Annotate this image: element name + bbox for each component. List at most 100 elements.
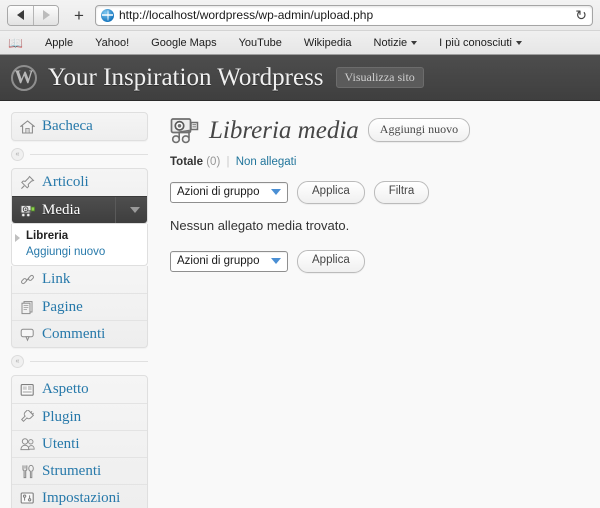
tablenav-bottom: Azioni di gruppo Applica	[170, 249, 582, 273]
bookmark-label: YouTube	[238, 36, 282, 49]
bulk-action-select-bottom[interactable]: Azioni di gruppo	[170, 250, 288, 272]
triangle-left-icon	[17, 10, 24, 20]
wordpress-logo-icon[interactable]: W	[11, 64, 37, 91]
collapse-menu-icon[interactable]: «	[11, 355, 24, 368]
bookmark-label: Apple	[44, 36, 74, 49]
sidebar-item-utenti[interactable]: Utenti	[12, 430, 147, 457]
sidebar-item-label: Commenti	[42, 325, 106, 342]
collapse-menu-icon[interactable]: «	[11, 148, 24, 161]
new-tab-button[interactable]: +	[66, 5, 92, 26]
settings-icon	[19, 490, 36, 506]
sidebar-item-label: Pagine	[42, 298, 83, 315]
sidebar-item-label: Link	[42, 271, 71, 287]
sidebar-item-link[interactable]: Link	[12, 266, 147, 293]
comment-bubble-icon	[19, 326, 36, 342]
sidebar-item-aspetto[interactable]: Aspetto	[12, 376, 147, 403]
bulk-action-value: Azioni di gruppo	[177, 186, 260, 199]
media-camera-icon	[19, 202, 36, 218]
plugin-plug-icon	[19, 409, 36, 425]
tablenav-top: Azioni di gruppo Applica Filtra	[170, 181, 582, 204]
add-new-button[interactable]: Aggiungi nuovo	[367, 118, 471, 142]
filter-total-count: (0)	[206, 156, 221, 168]
sidebar-item-impostazioni[interactable]: Impostazioni	[12, 484, 147, 508]
sidebar-item-bacheca[interactable]: Bacheca	[12, 113, 147, 140]
sidebar-item-label: Media	[42, 201, 81, 218]
browser-chrome: + http://localhost/wordpress/wp-admin/up…	[0, 0, 600, 55]
divider-line	[30, 154, 148, 155]
reload-icon[interactable]: ↻	[569, 8, 587, 22]
bookmark-youtube[interactable]: YouTube	[228, 37, 293, 49]
browser-nav-bar: + http://localhost/wordpress/wp-admin/up…	[0, 0, 600, 30]
bookmark-i-piu-conosciuti[interactable]: I più conosciuti	[428, 37, 533, 49]
filter-button[interactable]: Filtra	[373, 181, 430, 204]
bookmark-label: I più conosciuti	[439, 36, 512, 49]
forward-button[interactable]	[33, 5, 58, 25]
bookmark-wikipedia[interactable]: Wikipedia	[293, 37, 363, 49]
chevron-down-icon	[271, 189, 281, 196]
wordpress-header: W Your Inspiration Wordpress Visualizza …	[0, 55, 600, 101]
admin-body: Bacheca « Articoli Media Libreria Aggiun…	[0, 101, 600, 508]
subsubsub-filter-links: Totale (0) | Non allegati	[170, 156, 582, 168]
book-icon[interactable]: 📖	[8, 37, 23, 49]
view-site-button[interactable]: Visualizza sito	[335, 66, 424, 89]
bookmark-google-maps[interactable]: Google Maps	[140, 37, 227, 49]
bookmark-apple[interactable]: Apple	[34, 37, 84, 49]
menu-group-dashboard: Bacheca	[11, 112, 148, 141]
filter-unattached-link[interactable]: Non allegati	[236, 156, 297, 168]
link-chain-icon	[19, 272, 36, 288]
pages-icon	[19, 299, 36, 315]
bookmark-label: Google Maps	[151, 36, 217, 49]
back-button[interactable]	[8, 5, 33, 25]
bookmark-notizie[interactable]: Notizie	[363, 37, 429, 49]
nav-button-group	[7, 4, 59, 26]
bookmark-yahoo[interactable]: Yahoo!	[84, 37, 140, 49]
apply-button-top[interactable]: Applica	[297, 181, 365, 204]
menu-group-content-rest: Link Pagine Commenti	[11, 266, 148, 348]
media-submenu: Libreria Aggiungi nuovo	[11, 224, 148, 266]
menu-divider-1: «	[11, 148, 148, 161]
site-title[interactable]: Your Inspiration Wordpress	[48, 64, 324, 92]
menu-group-content: Articoli Media	[11, 168, 148, 224]
submenu-item-libreria[interactable]: Libreria	[12, 228, 147, 244]
bookmark-label: Notizie	[373, 36, 408, 49]
submenu-item-label: Libreria	[26, 230, 69, 242]
chevron-down-icon	[130, 207, 140, 213]
empty-state-message: Nessun allegato media trovato.	[170, 217, 350, 233]
chevron-down-icon	[515, 40, 522, 45]
submenu-item-aggiungi-nuovo[interactable]: Aggiungi nuovo	[12, 244, 147, 260]
globe-icon	[101, 8, 114, 22]
bookmark-label: Wikipedia	[303, 36, 352, 49]
bookmark-label: Yahoo!	[95, 36, 130, 49]
page-heading: Libreria media Aggiungi nuovo	[170, 115, 582, 145]
sidebar-item-label: Plugin	[42, 408, 82, 425]
address-bar-url: http://localhost/wordpress/wp-admin/uplo…	[119, 8, 374, 22]
sidebar-item-articoli[interactable]: Articoli	[12, 169, 147, 196]
sidebar-item-strumenti[interactable]: Strumenti	[12, 457, 147, 484]
divider-line	[30, 361, 148, 362]
sidebar-item-label: Strumenti	[42, 462, 102, 479]
dashboard-home-icon	[19, 119, 36, 135]
users-icon	[19, 436, 36, 452]
sidebar-item-label: Aspetto	[42, 381, 89, 397]
apply-button-bottom[interactable]: Applica	[297, 249, 365, 273]
bookmarks-bar: 📖 Apple Yahoo! Google Maps YouTube Wikip…	[0, 30, 600, 54]
main-content: Libreria media Aggiungi nuovo Totale (0)…	[157, 101, 600, 508]
sidebar-item-label: Impostazioni	[42, 489, 121, 506]
submenu-item-label: Aggiungi nuovo	[26, 246, 106, 258]
sidebar-item-media[interactable]: Media	[12, 196, 147, 223]
chevron-down-icon	[411, 40, 418, 45]
sidebar-item-plugin[interactable]: Plugin	[12, 403, 147, 430]
admin-sidebar: Bacheca « Articoli Media Libreria Aggiun…	[0, 101, 157, 508]
sidebar-item-label: Bacheca	[42, 118, 93, 134]
filter-total-label[interactable]: Totale	[170, 156, 203, 168]
bulk-action-select-top[interactable]: Azioni di gruppo	[170, 181, 288, 203]
menu-divider-2: «	[11, 355, 148, 368]
media-library-icon	[170, 115, 200, 145]
sidebar-item-pagine[interactable]: Pagine	[12, 293, 147, 320]
tools-icon	[19, 463, 36, 479]
bulk-action-value: Azioni di gruppo	[177, 255, 260, 268]
sidebar-item-commenti[interactable]: Commenti	[12, 320, 147, 347]
media-expand-toggle[interactable]	[115, 196, 140, 223]
page-title: Libreria media	[209, 116, 359, 144]
address-bar[interactable]: http://localhost/wordpress/wp-admin/uplo…	[95, 4, 593, 26]
